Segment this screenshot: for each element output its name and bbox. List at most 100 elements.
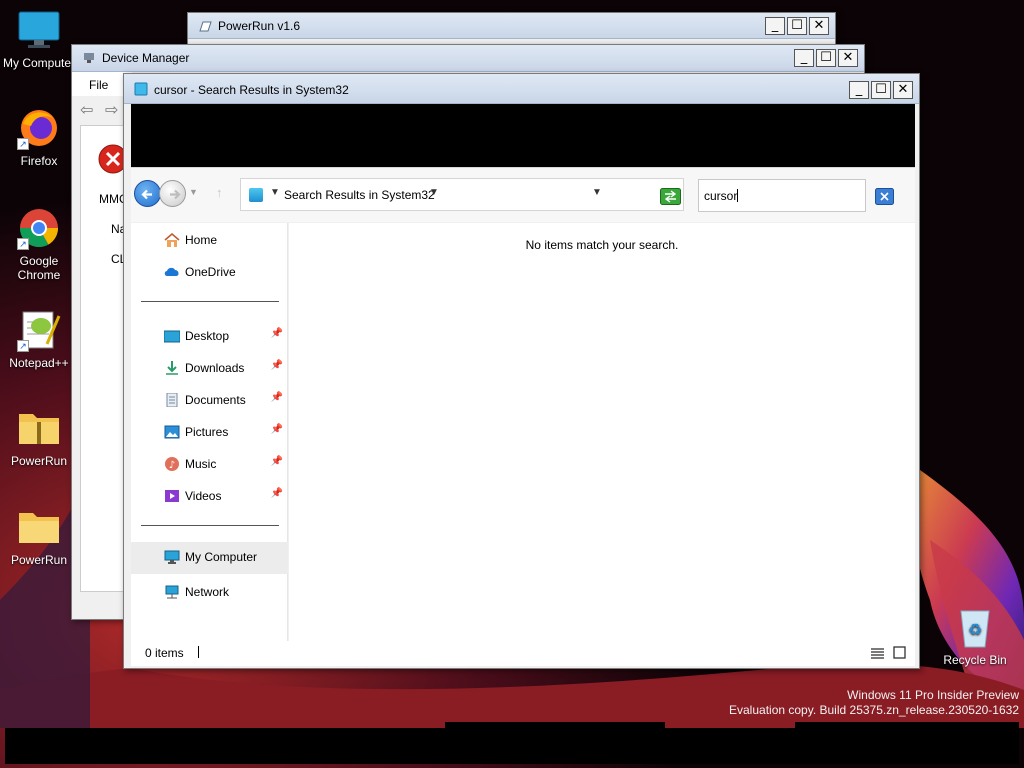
sidebar-item-documents[interactable]: Documents 📌 — [131, 385, 288, 415]
sidebar-item-label: Network — [185, 585, 230, 599]
computer-icon — [164, 550, 180, 564]
empty-results-message: No items match your search. — [525, 238, 679, 252]
sidebar-item-home[interactable]: Home — [131, 225, 288, 255]
sidebar-item-downloads[interactable]: Downloads 📌 — [131, 353, 288, 383]
pin-icon[interactable]: 📌 — [271, 424, 283, 435]
desktop-folder-icon — [164, 330, 180, 343]
refresh-icon[interactable] — [660, 188, 681, 205]
breadcrumb-dropdown-icon[interactable]: ▼ — [429, 187, 439, 198]
pin-icon[interactable]: 📌 — [271, 488, 283, 499]
file-list-area[interactable]: No items match your search. — [289, 223, 915, 641]
zip-folder-icon — [17, 406, 61, 450]
pin-icon[interactable]: 📌 — [271, 360, 283, 371]
address-history-dropdown-icon[interactable]: ▼ — [592, 187, 602, 198]
desktop-icon-label: Recycle Bin — [943, 653, 1007, 667]
sidebar-item-label: Videos — [185, 489, 222, 503]
sidebar-divider — [141, 525, 279, 526]
details-view-icon[interactable] — [871, 647, 884, 659]
breadcrumb-chevron-icon[interactable]: ▼ — [270, 187, 280, 198]
pictures-icon — [164, 425, 180, 439]
sidebar-item-desktop[interactable]: Desktop 📌 — [131, 321, 288, 351]
status-separator — [198, 646, 199, 658]
desktop-icon-google-chrome[interactable]: ↗ Google Chrome — [0, 206, 78, 282]
home-icon — [164, 233, 180, 247]
sidebar-item-pictures[interactable]: Pictures 📌 — [131, 417, 288, 447]
search-input[interactable]: cursor — [698, 179, 866, 212]
minimize-button[interactable]: _ — [794, 49, 814, 67]
explorer-title: cursor - Search Results in System32 — [154, 83, 349, 97]
menu-file[interactable]: File — [89, 78, 108, 92]
large-icons-view-icon[interactable] — [893, 646, 906, 659]
explorer-window[interactable]: cursor - Search Results in System32 _ ☐ … — [123, 73, 920, 669]
sidebar-divider — [141, 301, 279, 302]
desktop-icon-notepadpp[interactable]: ↗ Notepad++ — [0, 308, 78, 370]
dm-back-icon[interactable]: ⇦ — [80, 100, 93, 120]
desktop-icon-label: My Computer — [2, 56, 76, 70]
device-manager-titlebar[interactable]: Device Manager _ ☐ ✕ — [72, 45, 864, 72]
dm-error-pane: MMC Na CL — [80, 125, 128, 592]
navigation-bar: ▼ ↑ ▼ Search Results in System32 ▼ ▼ cur… — [131, 167, 915, 222]
videos-icon — [165, 490, 179, 502]
download-arrow-icon — [166, 361, 178, 375]
sidebar-item-music[interactable]: ♪ Music 📌 — [131, 449, 288, 479]
folder-icon — [17, 505, 61, 549]
pin-icon[interactable]: 📌 — [271, 456, 283, 467]
svg-text:♪: ♪ — [169, 460, 175, 471]
network-icon — [165, 585, 179, 599]
clear-search-icon[interactable] — [875, 188, 894, 205]
onedrive-cloud-icon — [164, 267, 179, 276]
sidebar-item-videos[interactable]: Videos 📌 — [131, 481, 288, 511]
address-text[interactable]: Search Results in System32 — [284, 188, 435, 202]
firefox-icon: ↗ — [17, 106, 61, 150]
pin-icon[interactable]: 📌 — [271, 392, 283, 403]
windows-watermark-line1: Windows 11 Pro Insider Preview — [847, 688, 1019, 702]
minimize-button[interactable]: _ — [849, 81, 869, 99]
forward-button[interactable] — [159, 180, 186, 207]
search-results-folder-icon — [249, 188, 263, 202]
maximize-button[interactable]: ☐ — [787, 17, 807, 35]
notepadpp-icon: ↗ — [17, 308, 61, 352]
minimize-button[interactable]: _ — [765, 17, 785, 35]
sidebar-item-label: Downloads — [185, 361, 245, 375]
text-cursor — [737, 189, 739, 202]
windows-watermark-line2: Evaluation copy. Build 25375.zn_release.… — [729, 703, 1019, 717]
desktop-icon-powerrun-folder[interactable]: PowerRun — [0, 505, 78, 567]
explorer-titlebar[interactable]: cursor - Search Results in System32 _ ☐ … — [124, 74, 919, 104]
chrome-icon: ↗ — [17, 206, 61, 250]
sidebar-item-label: OneDrive — [185, 265, 236, 279]
close-button[interactable]: ✕ — [809, 17, 829, 35]
music-icon: ♪ — [165, 457, 179, 471]
my-computer-icon — [17, 8, 61, 52]
sidebar-item-my-computer[interactable]: My Computer — [131, 542, 288, 574]
sidebar-item-label: Pictures — [185, 425, 229, 439]
sidebar-item-network[interactable]: Network — [131, 577, 288, 607]
sidebar-item-onedrive[interactable]: OneDrive — [131, 257, 288, 287]
address-bar[interactable]: ▼ Search Results in System32 ▼ ▼ — [240, 178, 684, 211]
desktop-icon-label: Notepad++ — [9, 356, 69, 370]
maximize-button[interactable]: ☐ — [816, 49, 836, 67]
sidebar-item-label: Documents — [185, 393, 246, 407]
powerrun-app-icon — [199, 21, 212, 32]
close-button[interactable]: ✕ — [838, 49, 858, 67]
desktop-icon-label: Google Chrome — [17, 254, 61, 282]
up-arrow-icon[interactable]: ↑ — [216, 185, 223, 200]
search-results-icon — [134, 82, 148, 96]
desktop-icon-my-computer[interactable]: My Computer — [0, 8, 78, 70]
desktop-icon-recycle-bin[interactable]: ♻ Recycle Bin — [936, 605, 1014, 667]
document-icon — [166, 393, 178, 407]
close-button[interactable]: ✕ — [893, 81, 913, 99]
desktop-icon-label: PowerRun — [10, 454, 68, 468]
desktop-icon-firefox[interactable]: ↗ Firefox — [0, 106, 78, 168]
search-input-value: cursor — [704, 189, 738, 203]
maximize-button[interactable]: ☐ — [871, 81, 891, 99]
sidebar-item-label: Desktop — [185, 329, 230, 343]
sidebar-item-label: Music — [185, 457, 217, 471]
history-dropdown-icon[interactable]: ▼ — [189, 187, 198, 197]
status-bar: 0 items — [131, 641, 915, 666]
dm-forward-icon[interactable]: ⇨ — [105, 100, 118, 120]
navigation-pane: Home OneDrive Desktop 📌 Downloads 📌 Docu… — [131, 223, 288, 641]
desktop-icon-powerrun-zip[interactable]: PowerRun — [0, 406, 78, 468]
back-button[interactable] — [134, 180, 161, 207]
powerrun-titlebar[interactable]: PowerRun v1.6 _ ☐ ✕ — [188, 13, 835, 39]
pin-icon[interactable]: 📌 — [271, 328, 283, 339]
